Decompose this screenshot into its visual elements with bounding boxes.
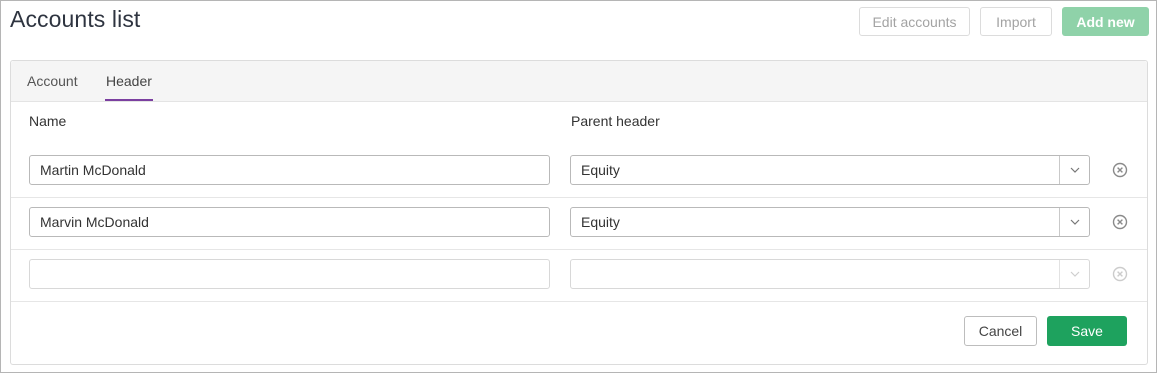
parent-header-select[interactable]: Equity [570,207,1090,237]
add-new-button[interactable]: Add new [1062,7,1149,36]
save-button[interactable]: Save [1047,316,1127,346]
active-tab-indicator [105,99,153,101]
parent-header-column-label: Parent header [571,113,660,129]
header-form-panel: Account Header Name Parent header Equity [10,60,1148,365]
header-row: Equity [11,197,1147,250]
header-row-empty [11,249,1147,302]
name-input[interactable] [29,155,550,185]
tab-account[interactable]: Account [27,61,78,101]
form-actions: Cancel Save [11,316,1147,346]
tab-header[interactable]: Header [105,61,153,101]
parent-header-value: Equity [581,162,620,178]
parent-header-select[interactable] [570,259,1090,289]
chevron-down-icon[interactable] [1059,156,1089,184]
name-input[interactable] [29,207,550,237]
parent-header-select[interactable]: Equity [570,155,1090,185]
edit-accounts-button[interactable]: Edit accounts [859,7,970,36]
page-title: Accounts list [10,6,141,32]
close-circle-icon[interactable] [1112,162,1128,178]
close-circle-icon[interactable] [1112,266,1128,282]
chevron-down-icon[interactable] [1059,208,1089,236]
import-label: Import [996,13,1036,30]
header-row: Equity [11,145,1147,198]
add-new-label: Add new [1076,13,1135,30]
import-button[interactable]: Import [980,7,1052,36]
save-label: Save [1071,323,1103,339]
tab-account-label: Account [27,73,78,89]
tab-bar: Account Header [11,61,1147,102]
name-column-label: Name [29,113,67,129]
cancel-label: Cancel [978,323,1023,339]
name-input[interactable] [29,259,550,289]
edit-accounts-label: Edit accounts [872,13,957,30]
parent-header-value: Equity [581,214,620,230]
cancel-button[interactable]: Cancel [964,316,1037,346]
window: Accounts list Edit accounts Import Add n… [0,0,1157,373]
chevron-down-icon[interactable] [1059,260,1089,288]
tab-header-label: Header [106,73,152,89]
close-circle-icon[interactable] [1112,214,1128,230]
